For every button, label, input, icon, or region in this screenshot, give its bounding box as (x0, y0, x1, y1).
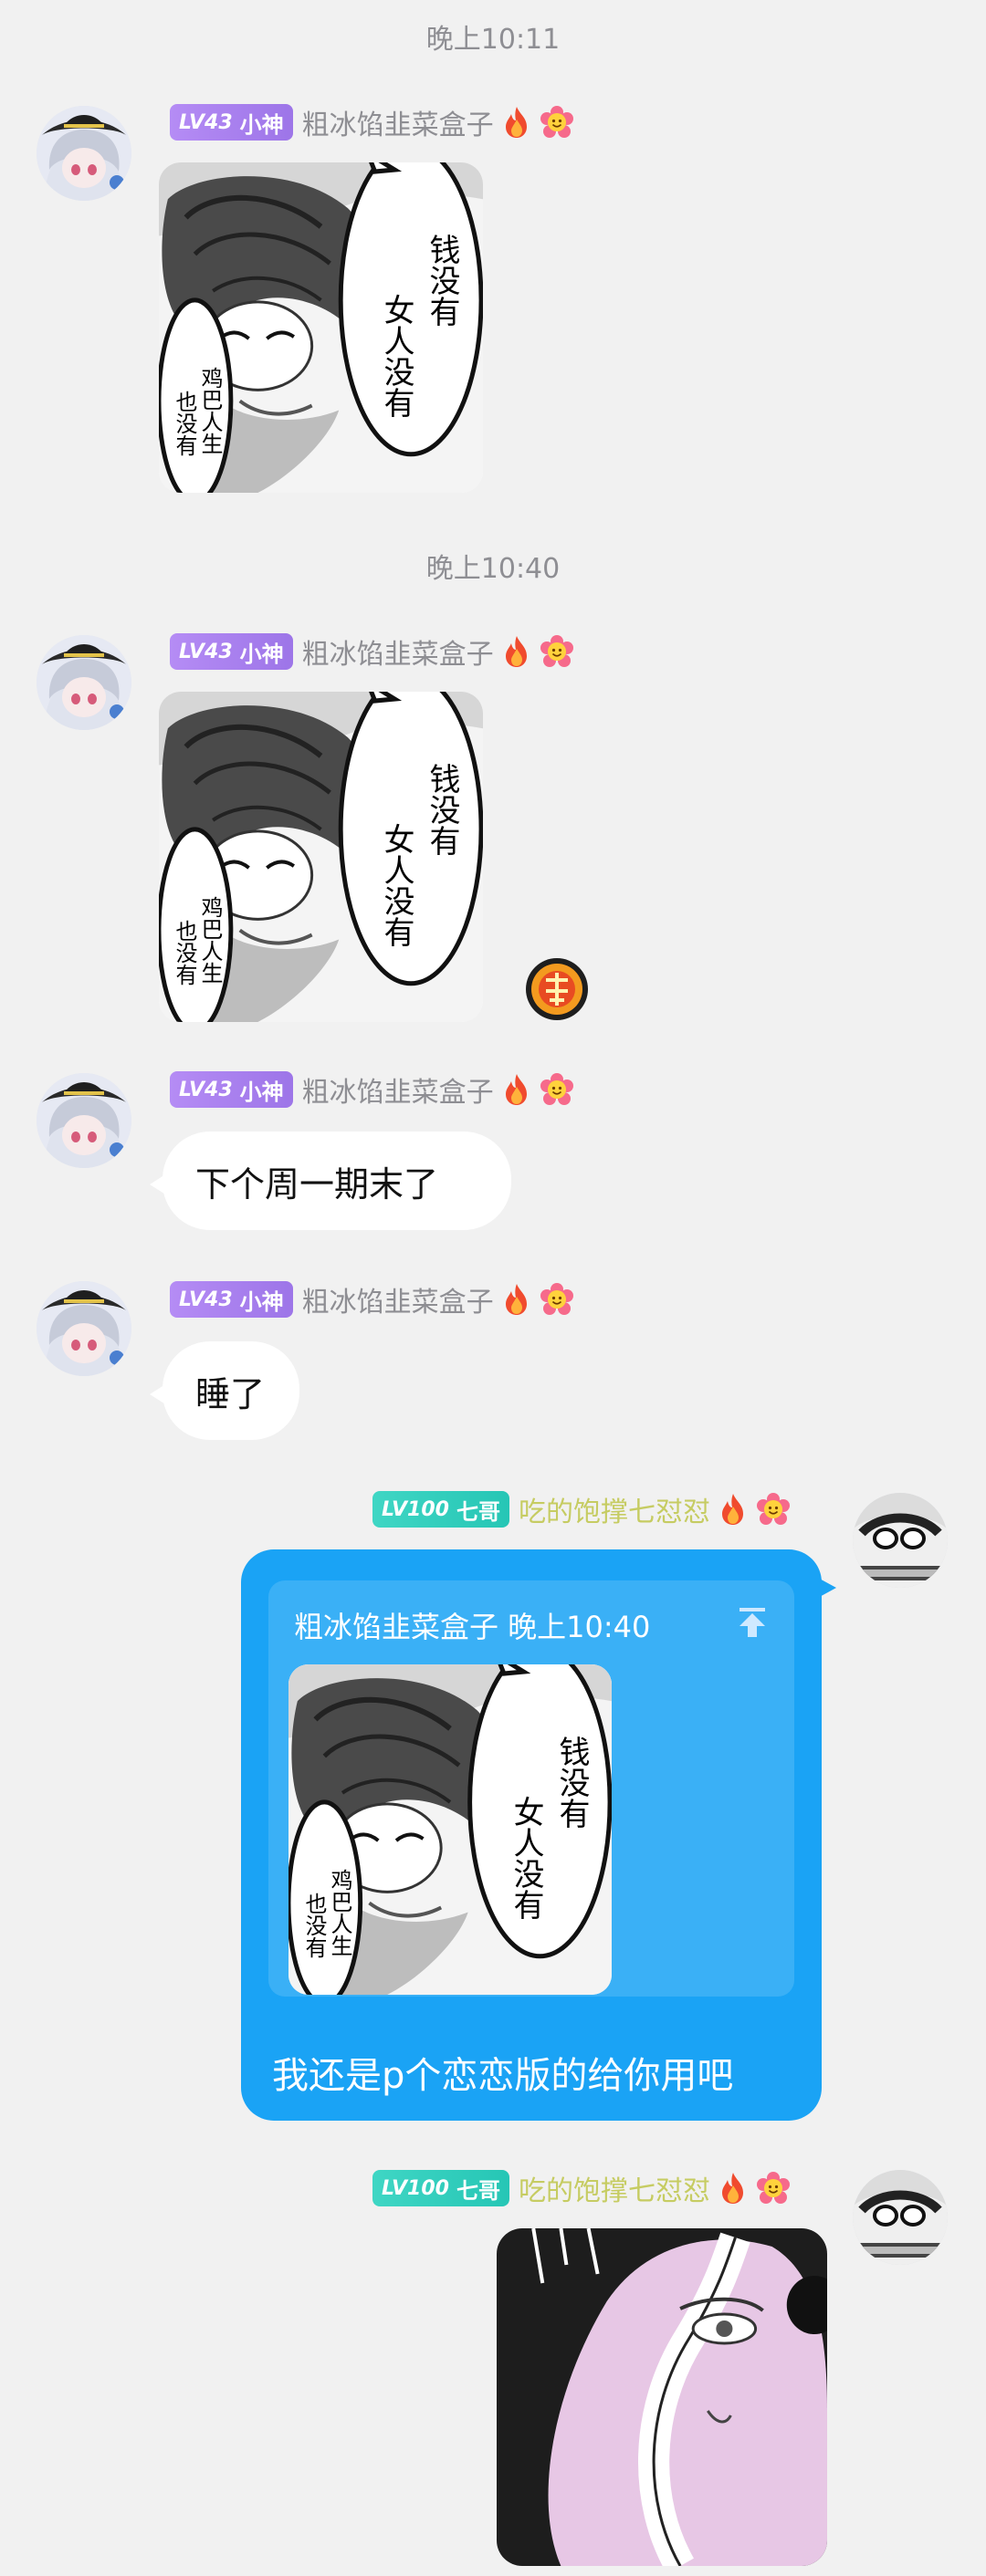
sender-meta: LV100 七哥 吃的饱撑七怼怼 (372, 2166, 791, 2210)
meme-text-3: 鸡巴人生 (197, 896, 223, 984)
meme-text-2: 女人没有 (378, 294, 414, 418)
meme-text-1: 钱没有 (424, 763, 460, 856)
flame-icon (721, 2173, 743, 2204)
flame-icon (505, 1074, 527, 1105)
meme-image[interactable]: 钱没有 女人没有 鸡巴人生 也没有 (159, 692, 483, 1022)
meme-text-3: 鸡巴人生 (327, 1869, 352, 1956)
flower-icon (539, 1072, 574, 1106)
message-text: 睡了 (195, 1373, 266, 1414)
dui-emoji-icon[interactable] (522, 954, 592, 1024)
message-bubble[interactable]: 睡了 (150, 1341, 299, 1440)
level-badge: LV100 七哥 (372, 2170, 509, 2206)
timestamp: 晚上10:40 (425, 553, 561, 585)
friend-avatar[interactable] (37, 635, 131, 730)
level-badge: LV43 小神 (170, 1071, 293, 1108)
level-badge: LV100 七哥 (372, 1491, 509, 1528)
friend-avatar[interactable] (37, 1281, 131, 1376)
sender-meta: LV43 小神 粗冰馅韭菜盒子 (170, 630, 574, 673)
quote-header: 粗冰馅韭菜盒子 晚上10:40 (294, 1610, 651, 1644)
my-avatar[interactable] (853, 2170, 948, 2265)
flame-icon (505, 636, 527, 667)
sender-meta: LV43 小神 粗冰馅韭菜盒子 (170, 1068, 574, 1111)
sender-nickname[interactable]: 粗冰馅韭菜盒子 (302, 1279, 494, 1319)
flame-icon (721, 1494, 743, 1525)
meme-text-1: 钱没有 (424, 234, 460, 327)
level-badge: LV43 小神 (170, 1281, 293, 1318)
sender-nickname[interactable]: 吃的饱撑七怼怼 (519, 1489, 710, 1529)
sender-meta: LV100 七哥 吃的饱撑七怼怼 (372, 1487, 791, 1531)
sent-image[interactable] (497, 2228, 827, 2566)
sender-nickname[interactable]: 粗冰馅韭菜盒子 (302, 102, 494, 142)
flame-icon (505, 107, 527, 138)
meme-image[interactable]: 钱没有 女人没有 鸡巴人生 也没有 (159, 162, 483, 493)
friend-avatar[interactable] (37, 1073, 131, 1168)
flower-icon (539, 105, 574, 139)
meme-text-4: 也没有 (172, 920, 197, 986)
message-bubble[interactable]: 下个周一期末了 (150, 1132, 511, 1230)
quoted-meme-image[interactable]: 钱没有 女人没有 鸡巴人生 也没有 (288, 1664, 612, 1995)
meme-text-1: 钱没有 (553, 1736, 590, 1829)
reply-text: 我还是p个恋恋版的给你用吧 (272, 2055, 734, 2097)
sender-nickname[interactable]: 粗冰馅韭菜盒子 (302, 631, 494, 672)
flame-icon (505, 1284, 527, 1315)
flower-icon (756, 1492, 791, 1526)
flower-icon (539, 1282, 574, 1316)
meme-text-4: 也没有 (301, 1893, 327, 1958)
flower-icon (539, 634, 574, 668)
sender-nickname[interactable]: 吃的饱撑七怼怼 (519, 2168, 710, 2208)
flower-icon (756, 2171, 791, 2205)
level-badge: LV43 小神 (170, 104, 293, 141)
sender-nickname[interactable]: 粗冰馅韭菜盒子 (302, 1069, 494, 1110)
friend-avatar[interactable] (37, 106, 131, 201)
timestamp: 晚上10:11 (425, 24, 561, 56)
meme-text-4: 也没有 (172, 391, 197, 456)
meme-text-3: 鸡巴人生 (197, 367, 223, 454)
message-text: 下个周一期末了 (195, 1163, 439, 1205)
meme-text-2: 女人没有 (508, 1796, 544, 1920)
level-badge: LV43 小神 (170, 633, 293, 670)
arrow-up-to-line-icon[interactable] (732, 1602, 772, 1643)
sender-meta: LV43 小神 粗冰馅韭菜盒子 (170, 100, 574, 144)
meme-text-2: 女人没有 (378, 823, 414, 947)
sender-meta: LV43 小神 粗冰馅韭菜盒子 (170, 1278, 574, 1321)
quoted-message[interactable]: 粗冰馅韭菜盒子 晚上10:40 钱没有 女人没有 鸡巴人生 也没有 (268, 1580, 794, 1997)
my-avatar[interactable] (853, 1493, 948, 1588)
reply-message-bubble[interactable]: 粗冰馅韭菜盒子 晚上10:40 钱没有 女人没有 鸡巴人生 也没有 我还是p个恋… (241, 1549, 836, 2121)
